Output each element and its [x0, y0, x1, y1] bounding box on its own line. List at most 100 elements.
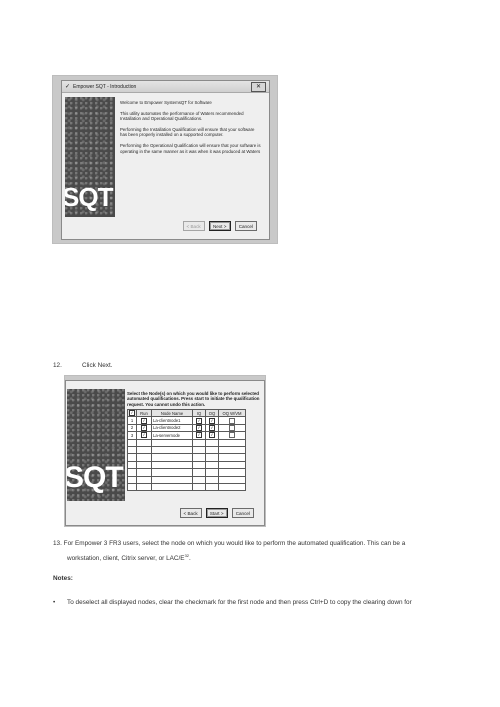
checkbox-icon: ✓ [129, 410, 135, 417]
empty-cell [218, 482, 246, 492]
start-button[interactable]: Start > [205, 508, 228, 518]
step-13-text-2: workstation, client, Citrix server, or L… [67, 555, 185, 562]
empty-cell [192, 460, 206, 470]
node-grid-header: ✓ Run Node Name IQ OQ OQ W/VM [127, 408, 246, 418]
step-12: 12. Click Next. [53, 361, 113, 370]
oq-checkbox[interactable]: ✓ [209, 432, 215, 439]
oq-checkbox[interactable]: ✓ [209, 424, 215, 431]
table-row-empty [127, 445, 246, 455]
table-row-empty [127, 482, 246, 492]
run-checkbox[interactable]: ✓ [141, 432, 147, 439]
empty-cell [127, 475, 137, 484]
empty-cell [136, 475, 152, 484]
empty-cell [205, 445, 219, 455]
empty-cell [218, 445, 246, 455]
empty-cell [151, 460, 193, 470]
empty-cell [136, 482, 152, 492]
empty-cell [127, 460, 137, 470]
empty-cell [192, 475, 206, 484]
empty-cell [192, 468, 206, 477]
table-row-empty [127, 475, 246, 484]
oq-wvm-checkbox[interactable] [229, 432, 235, 439]
intro-dialog-title: Empower SQT - Introduction [73, 83, 137, 90]
oq-wvm-checkbox[interactable] [229, 424, 235, 431]
intro-paragraph-welcome: Welcome to Empower SystemsQT for Softwar… [120, 100, 212, 105]
col-header-oq-wvm: OQ W/VM [218, 408, 246, 418]
back-button[interactable]: < Back [179, 508, 202, 518]
empty-cell [127, 453, 137, 462]
empty-cell [136, 445, 152, 455]
empty-cell [205, 453, 219, 462]
intro-paragraph-oq: Performing the Operational Qualification… [120, 142, 261, 154]
empty-cell [218, 438, 246, 447]
intro-titlebar: ✓ Empower SQT - Introduction ✕ [62, 81, 269, 93]
intro-dialog: ✓ Empower SQT - Introduction ✕ SQT Welco… [61, 80, 270, 240]
empty-cell [192, 438, 206, 447]
close-icon[interactable]: ✕ [251, 82, 266, 92]
step-13: 13. For Empower 3 FR3 users, select the … [53, 539, 473, 563]
intro-paragraph-iq: Performing the Installation Qualificatio… [120, 126, 255, 138]
empty-cell [151, 438, 193, 447]
empty-cell [218, 468, 246, 477]
node-name: La-servernode [151, 431, 193, 440]
iq-checkbox[interactable]: ✓ [196, 432, 202, 439]
row-index: 1 [127, 416, 137, 425]
iq-checkbox[interactable]: ✓ [196, 424, 202, 431]
run-cell: ✓ [136, 423, 152, 433]
empty-cell [218, 475, 246, 484]
step-13-number: 13. [53, 540, 62, 547]
checkmark-icon: ✓ [65, 84, 71, 90]
iq-checkbox[interactable]: ✓ [196, 417, 202, 424]
empty-cell [205, 475, 219, 484]
oq-cell: ✓ [205, 423, 219, 433]
table-row: 1 ✓ La-clientnode1 ✓ ✓ [127, 416, 246, 425]
col-header-select-all[interactable]: ✓ [127, 408, 137, 418]
oq-wvm-cell [218, 416, 246, 425]
node-grid: ✓ Run Node Name IQ OQ OQ W/VM 1 ✓ La-clien… [127, 408, 246, 492]
intro-text: Welcome to Empower SystemsQT for Softwar… [120, 100, 262, 159]
empty-cell [127, 438, 137, 447]
back-button[interactable]: < Back [182, 221, 205, 231]
table-row-empty [127, 453, 246, 462]
step-13-text-1: For Empower 3 FR3 users, select the node… [63, 540, 406, 547]
run-checkbox[interactable]: ✓ [141, 424, 147, 431]
empty-cell [192, 445, 206, 455]
node-name: La-clientnode1 [151, 416, 193, 425]
empty-cell [127, 468, 137, 477]
sqt-logo-panel: SQT [65, 97, 115, 217]
col-header-node-name: Node Name [151, 408, 193, 418]
empty-cell [205, 468, 219, 477]
table-row-empty [127, 468, 246, 477]
empty-cell [127, 482, 137, 492]
intro-screenshot: ✓ Empower SQT - Introduction ✕ SQT Welco… [53, 76, 277, 243]
table-row-empty [127, 460, 246, 470]
step-12-number: 12. [53, 362, 62, 369]
empty-cell [192, 453, 206, 462]
empty-cell [192, 482, 206, 492]
empty-cell [151, 468, 193, 477]
empty-cell [136, 460, 152, 470]
node-button-row: < Back Start > Cancel [179, 508, 254, 518]
empty-cell [205, 438, 219, 447]
col-header-oq: OQ [205, 408, 219, 418]
cancel-button[interactable]: Cancel [231, 508, 254, 518]
iq-cell: ✓ [192, 416, 206, 425]
run-checkbox[interactable]: ✓ [141, 417, 147, 424]
run-cell: ✓ [136, 416, 152, 425]
empty-cell [205, 460, 219, 470]
col-header-run: Run [136, 408, 152, 418]
oq-checkbox[interactable]: ✓ [209, 417, 215, 424]
step-13-line-1: 13. For Empower 3 FR3 users, select the … [53, 539, 473, 548]
row-index: 2 [127, 423, 137, 433]
empty-cell [136, 468, 152, 477]
next-button[interactable]: Next > [208, 221, 231, 231]
iq-cell: ✓ [192, 423, 206, 433]
notes-heading: Notes: [53, 575, 73, 582]
empty-cell [127, 445, 137, 455]
oq-wvm-cell [218, 423, 246, 433]
oq-wvm-checkbox[interactable] [229, 417, 235, 424]
intro-paragraph-utility: This utility automates the performance o… [120, 110, 244, 122]
empty-cell [136, 453, 152, 462]
empty-cell [218, 460, 246, 470]
cancel-button[interactable]: Cancel [234, 221, 257, 231]
